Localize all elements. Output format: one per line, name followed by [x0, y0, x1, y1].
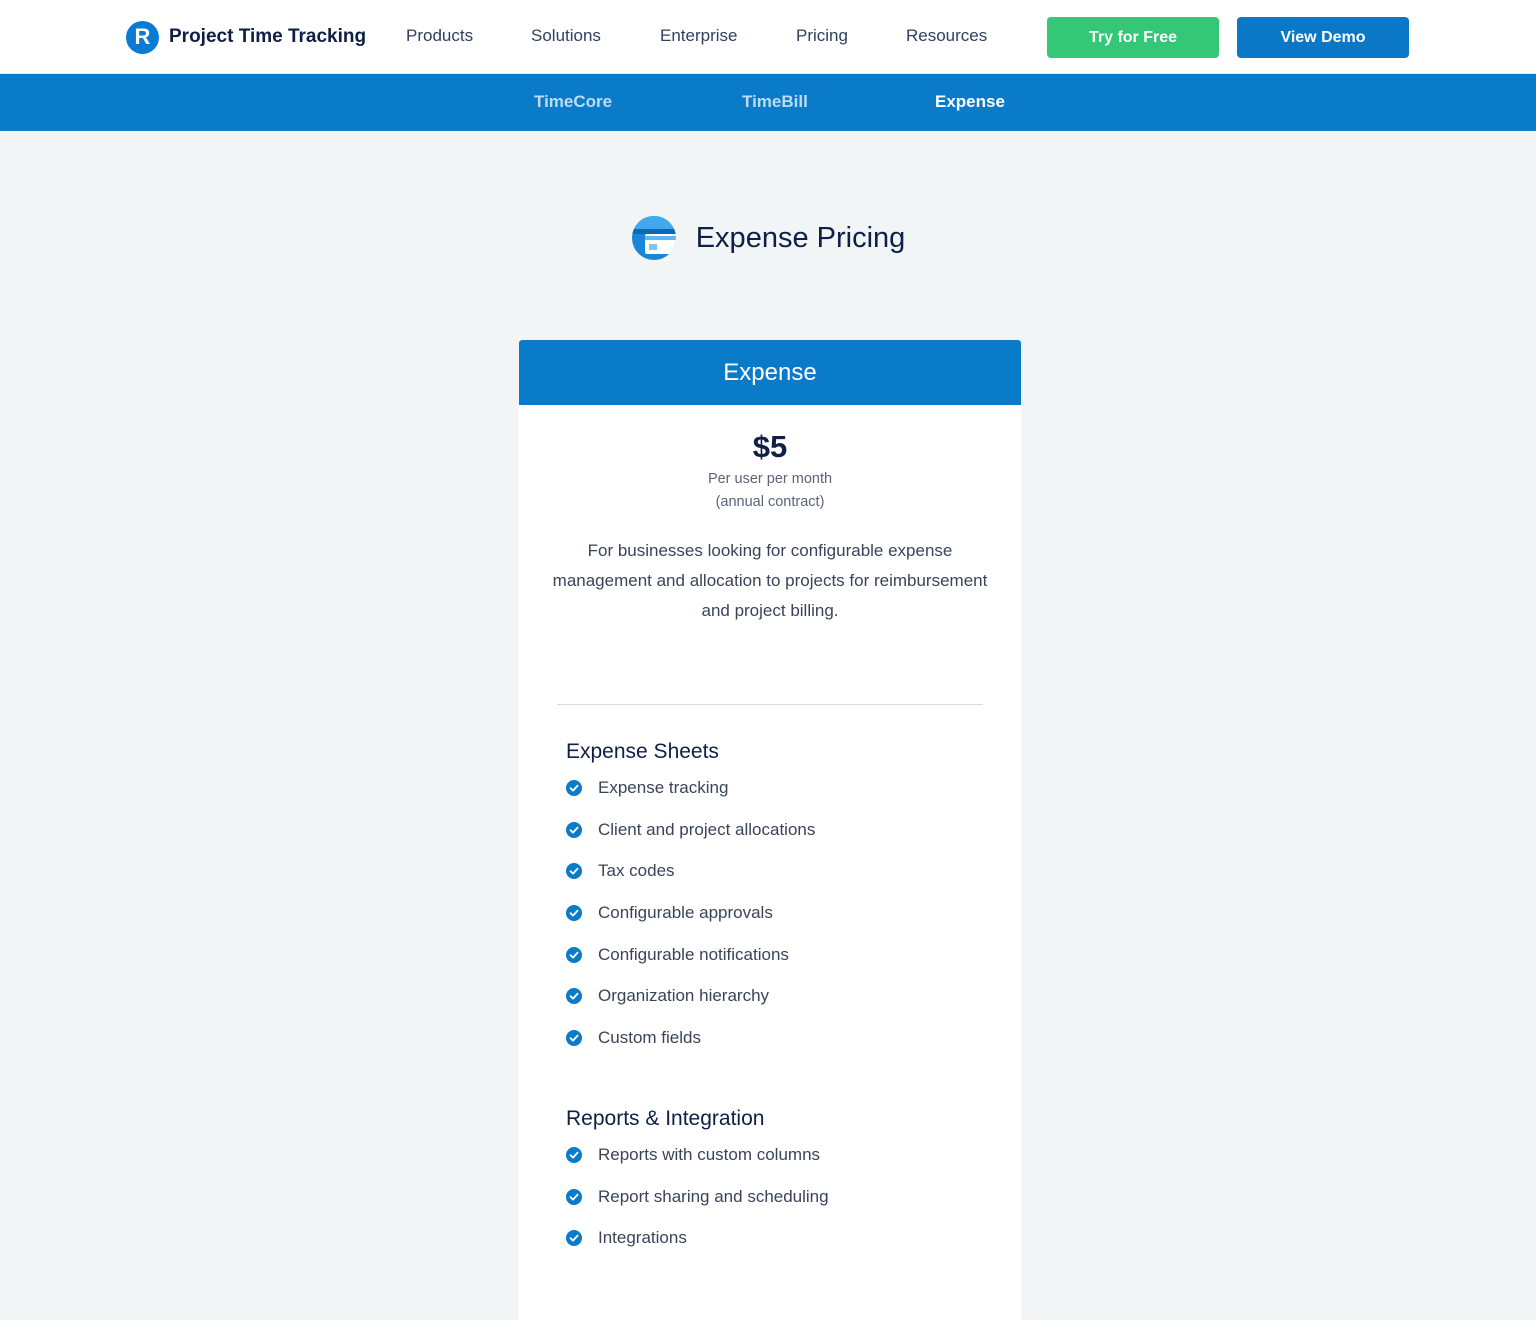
price-note-contract: (annual contract): [715, 494, 825, 510]
check-icon: [566, 863, 582, 880]
check-icon: [566, 779, 582, 796]
list-item: Integrations: [566, 1217, 986, 1259]
section-title: Expense Sheets: [566, 740, 719, 763]
list-item: Configurable approvals: [566, 892, 986, 934]
subnav-item-expense[interactable]: Expense: [935, 92, 1005, 112]
plan-name: Expense: [519, 340, 1021, 405]
view-demo-button[interactable]: View Demo: [1237, 17, 1409, 58]
list-item: Organization hierarchy: [566, 975, 986, 1017]
list-item: Report sharing and scheduling: [566, 1176, 986, 1218]
check-icon: [566, 904, 582, 921]
feature-section-expense-sheets: Expense Sheets Expense tracking Client a…: [566, 740, 986, 1059]
feature-label: Custom fields: [598, 1027, 701, 1047]
feature-label: Report sharing and scheduling: [598, 1186, 829, 1206]
plan-description: For businesses looking for configurable …: [552, 541, 988, 620]
pricing-card: Expense $5 Per user per month (annual co…: [519, 340, 1021, 1320]
list-item: Tax codes: [566, 850, 986, 892]
check-icon: [566, 946, 582, 963]
check-icon: [566, 1146, 582, 1163]
plan-price: $5: [752, 429, 788, 464]
check-icon: [566, 988, 582, 1005]
nav-enterprise[interactable]: Enterprise: [660, 26, 737, 46]
list-item: Client and project allocations: [566, 809, 986, 851]
price-note-period: Per user per month: [707, 471, 833, 487]
brand-logo[interactable]: R Project Time Tracking: [126, 20, 366, 54]
divider: [557, 704, 983, 705]
nav-pricing[interactable]: Pricing: [796, 26, 848, 46]
feature-label: Expense tracking: [598, 777, 729, 797]
feature-label: Organization hierarchy: [598, 986, 770, 1006]
feature-label: Configurable notifications: [598, 944, 789, 964]
nav-resources[interactable]: Resources: [906, 26, 987, 46]
check-icon: [566, 821, 582, 838]
feature-label: Client and project allocations: [598, 819, 816, 839]
nav-products[interactable]: Products: [406, 26, 473, 46]
expense-card-icon: [631, 216, 676, 260]
brand-mark-icon: R: [126, 20, 159, 54]
list-item: Custom fields: [566, 1017, 986, 1059]
feature-label: Tax codes: [598, 861, 675, 881]
feature-label: Configurable approvals: [598, 902, 773, 922]
feature-label: Integrations: [598, 1228, 687, 1248]
list-item: Configurable notifications: [566, 934, 986, 976]
page-title: Expense Pricing: [695, 221, 906, 254]
list-item: Reports with custom columns: [566, 1134, 986, 1176]
product-subnav: TimeCore TimeBill Expense: [0, 74, 1536, 131]
section-title: Reports & Integration: [566, 1107, 765, 1130]
top-header: R Project Time Tracking Products Solutio…: [0, 0, 1536, 74]
try-for-free-button[interactable]: Try for Free: [1047, 17, 1219, 58]
nav-solutions[interactable]: Solutions: [531, 26, 601, 46]
feature-section-reports-integration: Reports & Integration Reports with custo…: [566, 1107, 986, 1259]
feature-label: Reports with custom columns: [598, 1144, 821, 1164]
brand-name: Project Time Tracking: [169, 26, 367, 47]
check-icon: [566, 1230, 582, 1247]
check-icon: [566, 1029, 582, 1046]
list-item: Expense tracking: [566, 767, 986, 809]
subnav-item-timecore[interactable]: TimeCore: [534, 92, 612, 112]
subnav-item-timebill[interactable]: TimeBill: [742, 92, 808, 112]
page-heading: Expense Pricing: [0, 215, 1536, 261]
check-icon: [566, 1188, 582, 1205]
